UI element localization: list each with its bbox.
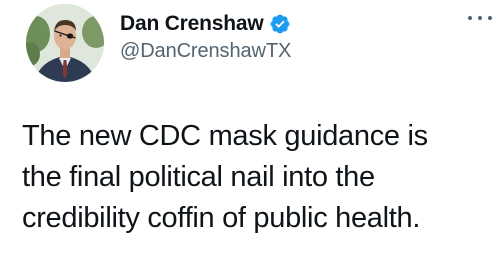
more-options-icon[interactable] <box>468 11 492 25</box>
avatar[interactable] <box>26 4 104 82</box>
tweet-text-line: the final political nail into the <box>22 161 375 193</box>
author-name-row[interactable]: Dan Crenshaw <box>120 9 291 39</box>
more-dot <box>468 16 472 20</box>
verified-badge-icon <box>271 14 290 34</box>
more-dot <box>478 16 482 20</box>
tweet-text-line: credibility coffin of public health. <box>22 202 421 234</box>
more-dot <box>488 16 492 20</box>
tweet-text-line: The new CDC mask guidance is <box>22 120 428 152</box>
author-handle[interactable]: @DanCrenshawTX <box>120 40 291 63</box>
author-display-name[interactable]: Dan Crenshaw <box>120 12 264 36</box>
tweet-text: The new CDC mask guidance is the final p… <box>22 116 494 239</box>
tweet-card: Dan Crenshaw @DanCrenshawTX The new CDC … <box>0 0 500 257</box>
profile-photo-icon <box>26 4 104 82</box>
